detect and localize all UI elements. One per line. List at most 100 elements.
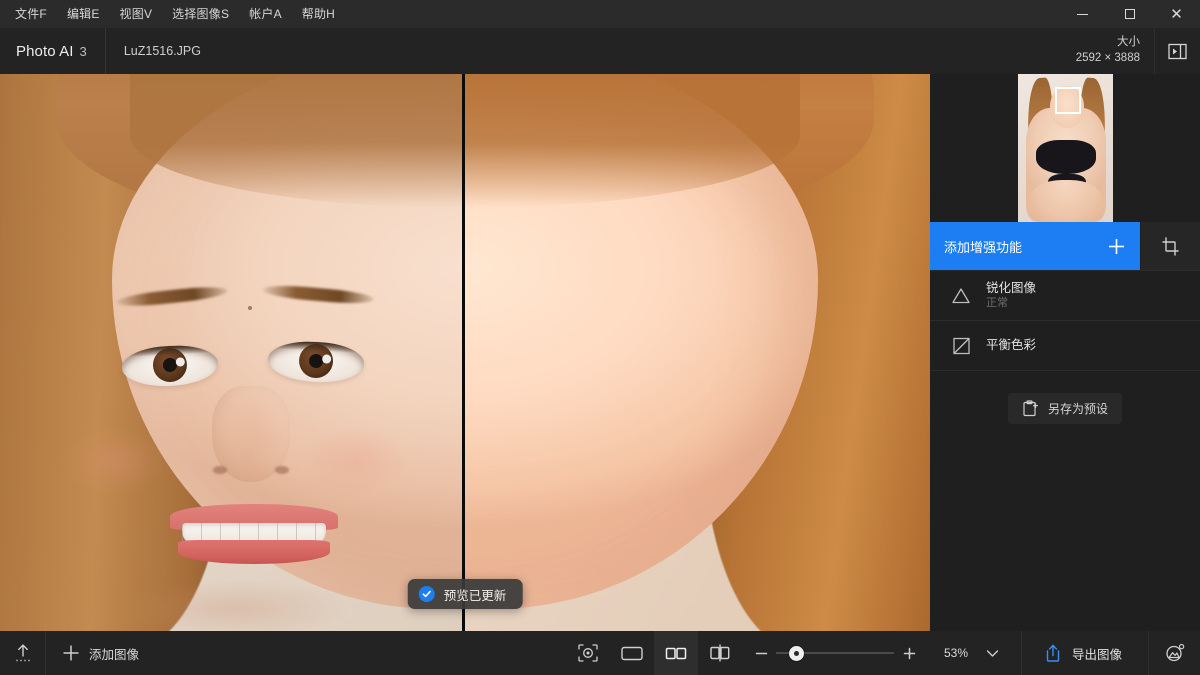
menu-item-edit[interactable]: 编辑E — [58, 3, 109, 26]
thumbnail-image[interactable] — [1017, 74, 1113, 222]
thumb-legs — [1029, 180, 1102, 222]
save-preset-icon — [1023, 400, 1038, 417]
app-name: Photo AI — [16, 42, 74, 60]
canvas-pane-original[interactable] — [0, 74, 462, 631]
nostril-right — [275, 466, 289, 474]
save-preset-label: 另存为预设 — [1047, 402, 1108, 416]
toast-message: 预览已更新 — [443, 588, 507, 603]
zoom-slider-knob[interactable] — [789, 645, 804, 661]
status-toast: 预览已更新 — [407, 579, 523, 609]
panel-toggle-button[interactable] — [1154, 28, 1200, 74]
crop-button[interactable] — [1140, 222, 1200, 270]
close-icon: ✕ — [1170, 5, 1183, 23]
zoom-out-button[interactable] — [748, 631, 774, 675]
compare-slider-icon — [710, 644, 730, 662]
menu-item-account[interactable]: 帐户A — [240, 3, 291, 26]
face-selection-box[interactable] — [1054, 87, 1081, 114]
thumbnail-preview[interactable] — [930, 74, 1200, 222]
zoom-level-value: 53% — [943, 646, 969, 660]
right-panel: 添加增强功能 锐化图像 正常 平衡色彩 另存为预设 — [930, 74, 1200, 631]
menu-item-file[interactable]: 文件F — [6, 3, 56, 26]
crop-icon — [1162, 236, 1179, 256]
tool-split-view[interactable] — [654, 631, 698, 675]
lower-lip — [178, 540, 330, 564]
photo-ai-window: 文件F 编辑E 视图V 选择图像S 帐户A 帮助H ✕ Photo AI 3 L… — [0, 0, 1200, 675]
export-image-button[interactable]: 导出图像 — [1020, 631, 1148, 675]
size-label: 大小 — [1117, 36, 1140, 49]
app-version: 3 — [79, 43, 87, 59]
zoom-control: 53% — [742, 631, 1006, 675]
add-enhancement-button[interactable]: 添加增强功能 — [930, 222, 1140, 270]
portrait-original — [0, 74, 462, 631]
zoom-in-button[interactable] — [896, 631, 922, 675]
menu-item-select-image[interactable]: 选择图像S — [163, 3, 238, 26]
minimize-icon — [1077, 13, 1088, 15]
plus-icon — [1109, 238, 1124, 254]
import-upload-icon — [15, 644, 30, 662]
eye-glint-right — [321, 354, 332, 364]
enhancement-sub: 正常 — [986, 297, 1008, 310]
mouth — [170, 504, 338, 566]
sharpen-triangle-icon — [952, 287, 970, 303]
plus-icon — [63, 645, 79, 661]
pupil-right — [308, 353, 324, 369]
chevron-down-icon — [986, 649, 998, 657]
add-image-button[interactable]: 添加图像 — [46, 631, 155, 675]
enhancement-item-balance-color[interactable]: 平衡色彩 — [930, 321, 1200, 371]
nostril-left — [213, 466, 227, 474]
enhancement-list: 锐化图像 正常 平衡色彩 — [930, 270, 1200, 371]
image-canvas[interactable]: 预览已更新 — [0, 74, 930, 631]
app-title: Photo AI 3 — [0, 43, 87, 60]
enhancement-texts: 平衡色彩 — [986, 338, 1036, 352]
thumb-garment-top — [1035, 140, 1096, 174]
maximize-button[interactable] — [1106, 0, 1153, 28]
enhancement-texts: 锐化图像 正常 — [986, 281, 1036, 310]
before-after-divider[interactable] — [462, 74, 465, 631]
app-header: Photo AI 3 LuZ1516.JPG 大小 2592 × 3888 — [0, 28, 1200, 74]
file-tab[interactable]: LuZ1516.JPG — [105, 28, 219, 74]
tool-face-detect[interactable] — [566, 631, 610, 675]
save-preset-row: 另存为预设 — [930, 371, 1200, 424]
header-right: 大小 2592 × 3888 — [1076, 28, 1200, 74]
bottom-toolbar: 添加图像 53% 导出图像 — [0, 631, 1200, 675]
save-preset-button[interactable]: 另存为预设 — [1007, 393, 1122, 424]
face-detect-icon — [578, 644, 598, 662]
cheek-right — [300, 426, 410, 496]
menu-item-help[interactable]: 帮助H — [293, 3, 344, 26]
size-value: 2592 × 3888 — [1075, 52, 1140, 64]
image-size-info: 大小 2592 × 3888 — [1076, 35, 1154, 66]
file-tab-label: LuZ1516.JPG — [123, 44, 201, 58]
cheek-left — [60, 426, 170, 496]
close-button[interactable]: ✕ — [1153, 0, 1200, 28]
panel-collapse-icon — [1168, 43, 1187, 59]
view-mode-tools: 53% — [566, 631, 1006, 675]
minimize-button[interactable] — [1059, 0, 1106, 28]
chin-shading — [120, 579, 350, 631]
zoom-dropdown-button[interactable] — [978, 631, 1006, 675]
enhancement-name: 锐化图像 — [986, 280, 1037, 295]
tool-compare-slider[interactable] — [698, 631, 742, 675]
share-export-icon — [1046, 644, 1060, 662]
add-image-label: 添加图像 — [89, 647, 140, 662]
enhancement-name: 平衡色彩 — [986, 338, 1037, 353]
tool-single-view[interactable] — [610, 631, 654, 675]
title-bar: 文件F 编辑E 视图V 选择图像S 帐户A 帮助H ✕ — [0, 0, 1200, 28]
eye-glint-left — [175, 357, 185, 367]
add-enhancement-row: 添加增强功能 — [930, 222, 1200, 270]
image-settings-button[interactable] — [1148, 631, 1200, 675]
zoom-slider[interactable] — [776, 645, 894, 661]
enhancement-item-sharpen[interactable]: 锐化图像 正常 — [930, 271, 1200, 321]
menu-item-view[interactable]: 视图V — [111, 3, 162, 26]
export-image-label: 导出图像 — [1071, 647, 1122, 662]
balance-color-icon — [953, 337, 970, 354]
minus-icon — [755, 652, 767, 654]
check-circle-icon — [418, 586, 435, 602]
window-controls: ✕ — [1059, 0, 1200, 28]
canvas-pane-enhanced[interactable] — [465, 74, 930, 631]
image-settings-icon — [1165, 643, 1184, 662]
maximize-icon — [1124, 9, 1135, 19]
import-button[interactable] — [0, 631, 46, 675]
export-area: 导出图像 — [1020, 631, 1200, 675]
portrait-enhanced — [465, 74, 930, 631]
forehead-mole — [248, 306, 252, 310]
